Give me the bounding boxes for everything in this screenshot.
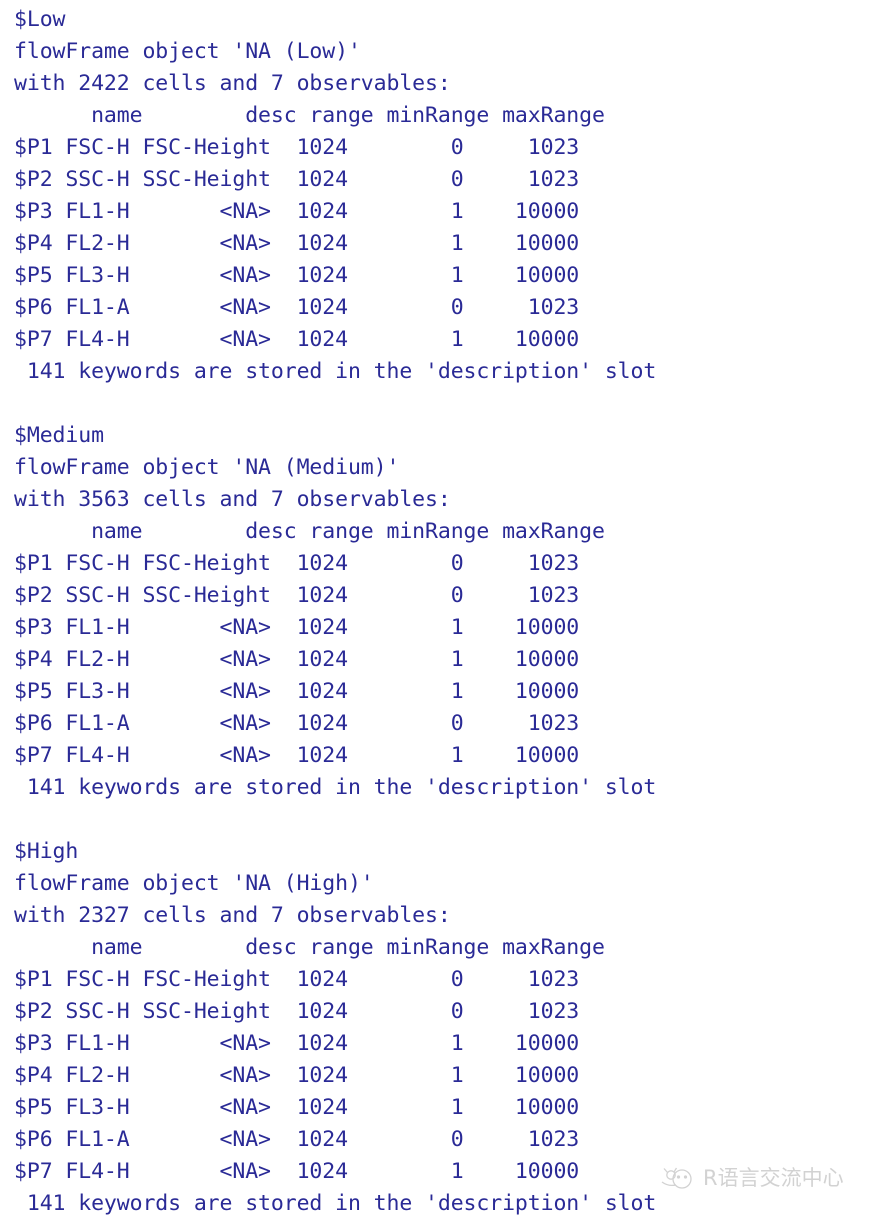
keywords-note-line: 141 keywords are stored in the 'descript… <box>26 775 657 800</box>
flowframe-object-line: flowFrame object 'NA (Low)' <box>14 39 361 64</box>
blank-line-separator <box>14 804 893 836</box>
console-text-block: $Low flowFrame object 'NA (Low)' with 24… <box>14 4 893 1220</box>
table-row: $P5 FL3-H <NA> 1024 1 10000 <box>14 1095 580 1120</box>
table-row: $P6 FL1-A <NA> 1024 0 1023 <box>14 1127 580 1152</box>
keywords-note-line: 141 keywords are stored in the 'descript… <box>26 1191 657 1216</box>
table-row: $P1 FSC-H FSC-Height 1024 0 1023 <box>14 551 580 576</box>
section-name-label: $High <box>14 839 79 864</box>
table-row: $P4 FL2-H <NA> 1024 1 10000 <box>14 1063 580 1088</box>
r-console-output: $Low flowFrame object 'NA (Low)' with 24… <box>0 0 893 1225</box>
section-high: $High flowFrame object 'NA (High)' with … <box>14 836 893 1220</box>
table-row: $P2 SSC-H SSC-Height 1024 0 1023 <box>14 999 580 1024</box>
table-row: $P3 FL1-H <NA> 1024 1 10000 <box>14 199 580 224</box>
flowframe-summary-line: with 2422 cells and 7 observables: <box>14 71 451 96</box>
table-header-row: name desc range minRange maxRange <box>91 519 605 544</box>
table-row: $P2 SSC-H SSC-Height 1024 0 1023 <box>14 167 580 192</box>
section-low: $Low flowFrame object 'NA (Low)' with 24… <box>14 4 893 388</box>
table-row: $P1 FSC-H FSC-Height 1024 0 1023 <box>14 967 580 992</box>
table-row: $P3 FL1-H <NA> 1024 1 10000 <box>14 1031 580 1056</box>
blank-line-separator <box>14 388 893 420</box>
section-medium: $Medium flowFrame object 'NA (Medium)' w… <box>14 420 893 804</box>
table-header-row: name desc range minRange maxRange <box>91 103 605 128</box>
flowframe-object-line: flowFrame object 'NA (Medium)' <box>14 455 400 480</box>
table-row: $P3 FL1-H <NA> 1024 1 10000 <box>14 615 580 640</box>
table-row: $P6 FL1-A <NA> 1024 0 1023 <box>14 295 580 320</box>
table-row: $P1 FSC-H FSC-Height 1024 0 1023 <box>14 135 580 160</box>
table-row: $P2 SSC-H SSC-Height 1024 0 1023 <box>14 583 580 608</box>
keywords-note-line: 141 keywords are stored in the 'descript… <box>26 359 657 384</box>
flowframe-summary-line: with 2327 cells and 7 observables: <box>14 903 451 928</box>
section-name-label: $Medium <box>14 423 104 448</box>
table-header-row: name desc range minRange maxRange <box>91 935 605 960</box>
table-row: $P7 FL4-H <NA> 1024 1 10000 <box>14 1159 580 1184</box>
table-row: $P6 FL1-A <NA> 1024 0 1023 <box>14 711 580 736</box>
table-row: $P7 FL4-H <NA> 1024 1 10000 <box>14 327 580 352</box>
flowframe-object-line: flowFrame object 'NA (High)' <box>14 871 374 896</box>
table-row: $P5 FL3-H <NA> 1024 1 10000 <box>14 263 580 288</box>
section-name-label: $Low <box>14 7 66 32</box>
flowframe-summary-line: with 3563 cells and 7 observables: <box>14 487 451 512</box>
table-row: $P4 FL2-H <NA> 1024 1 10000 <box>14 647 580 672</box>
table-row: $P7 FL4-H <NA> 1024 1 10000 <box>14 743 580 768</box>
table-row: $P5 FL3-H <NA> 1024 1 10000 <box>14 679 580 704</box>
table-row: $P4 FL2-H <NA> 1024 1 10000 <box>14 231 580 256</box>
